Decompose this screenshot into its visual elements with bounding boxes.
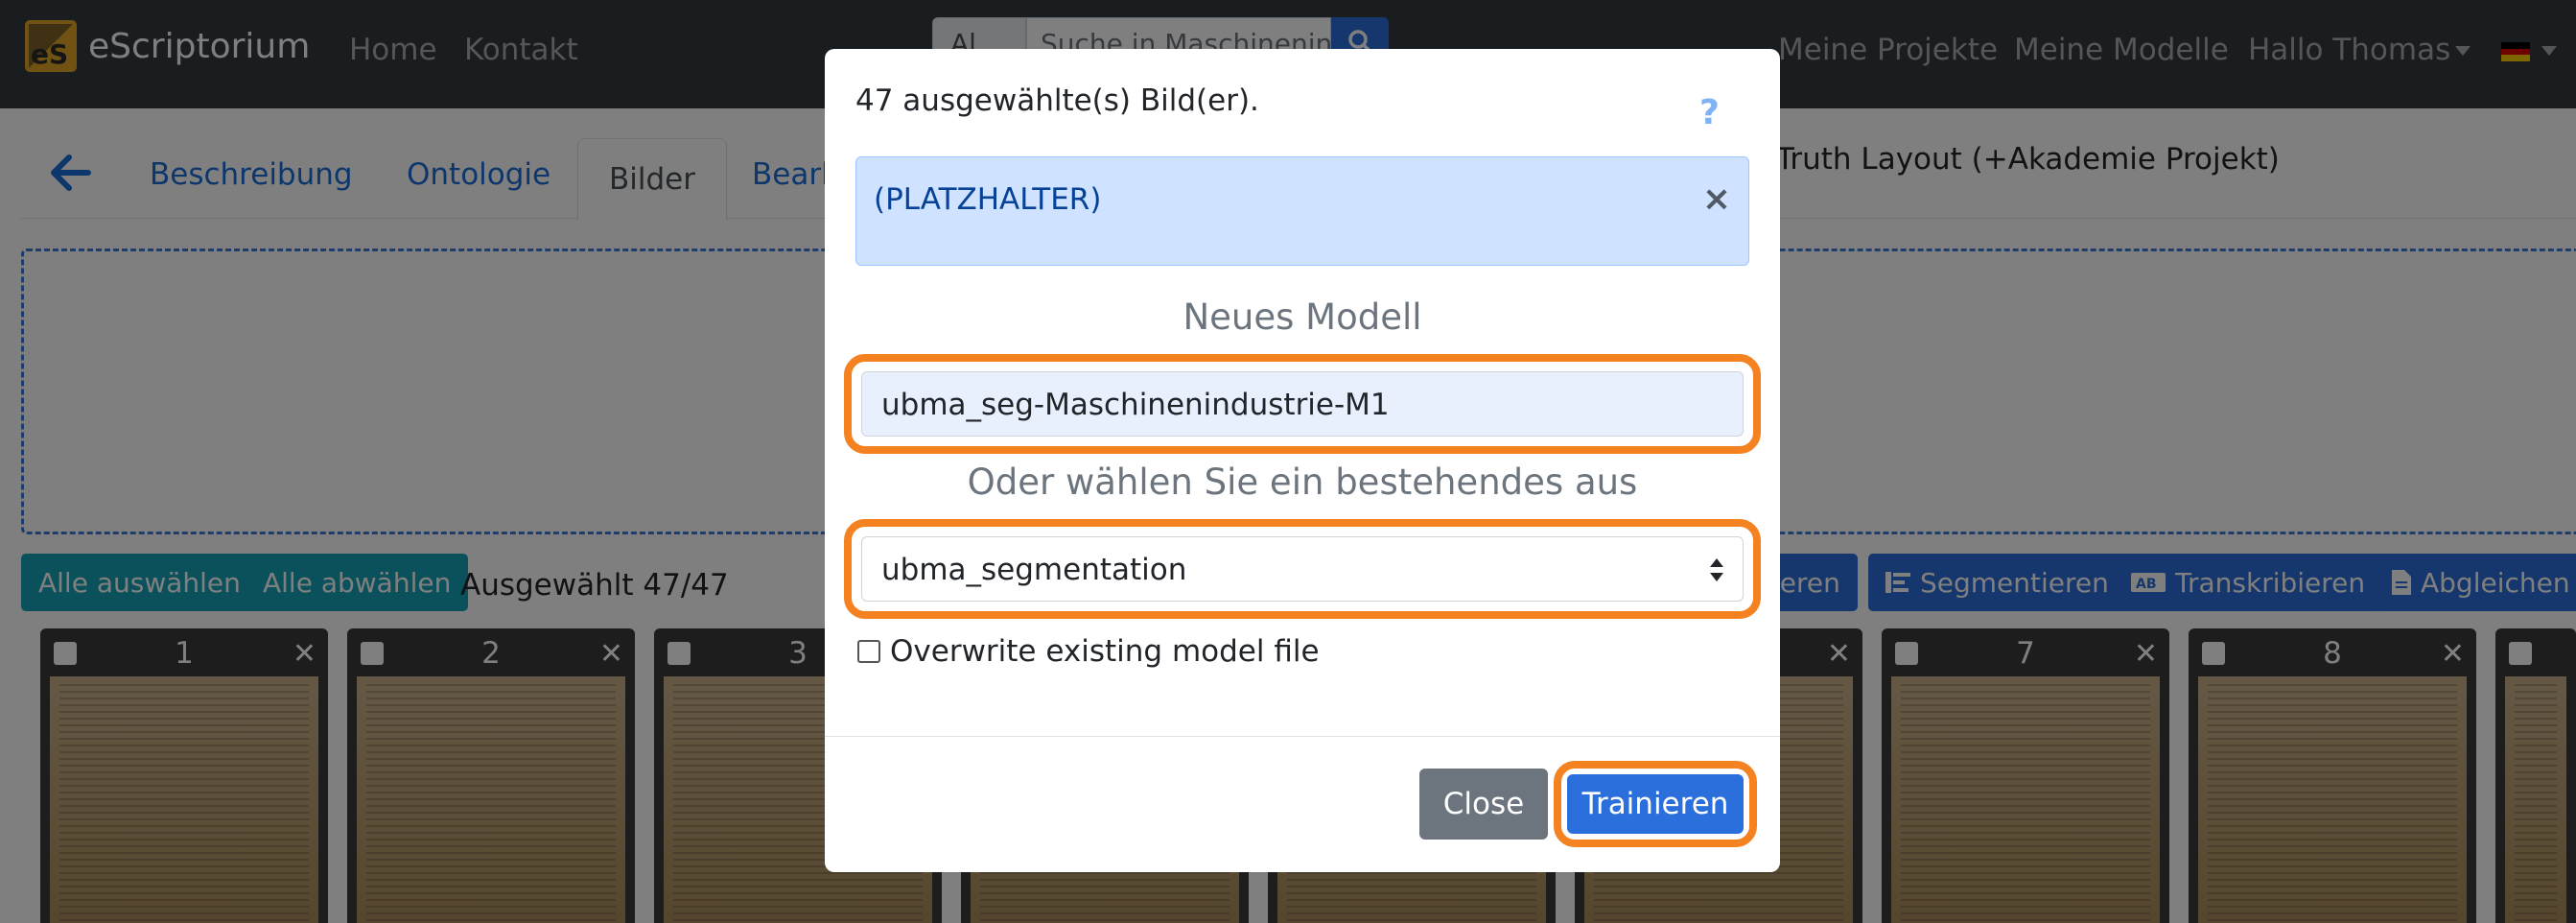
dialog-title: 47 ausgewählte(s) Bild(er). bbox=[855, 83, 1259, 118]
alert-close-icon[interactable]: × bbox=[1702, 182, 1731, 217]
help-icon[interactable]: ? bbox=[1699, 93, 1720, 132]
info-alert: (PLATZHALTER) × bbox=[855, 156, 1749, 266]
existing-model-value: ubma_segmentation bbox=[881, 553, 1187, 587]
overwrite-checkbox[interactable] bbox=[857, 640, 880, 663]
overwrite-label[interactable]: Overwrite existing model file bbox=[890, 634, 1320, 669]
alert-text: (PLATZHALTER) bbox=[874, 182, 1102, 217]
new-model-label: Neues Modell bbox=[1183, 296, 1422, 338]
select-arrows-icon bbox=[1710, 558, 1723, 581]
existing-model-select[interactable]: ubma_segmentation bbox=[861, 536, 1744, 602]
existing-model-label: Oder wählen Sie ein bestehendes aus bbox=[967, 462, 1638, 503]
train-button[interactable]: Trainieren bbox=[1567, 774, 1744, 834]
footer-divider bbox=[825, 736, 1780, 737]
close-button[interactable]: Close bbox=[1419, 769, 1548, 840]
new-model-name-input[interactable]: ubma_seg-Maschinenindustrie-M1 bbox=[861, 371, 1744, 437]
train-model-dialog: 47 ausgewählte(s) Bild(er). ? (PLATZHALT… bbox=[825, 49, 1780, 872]
